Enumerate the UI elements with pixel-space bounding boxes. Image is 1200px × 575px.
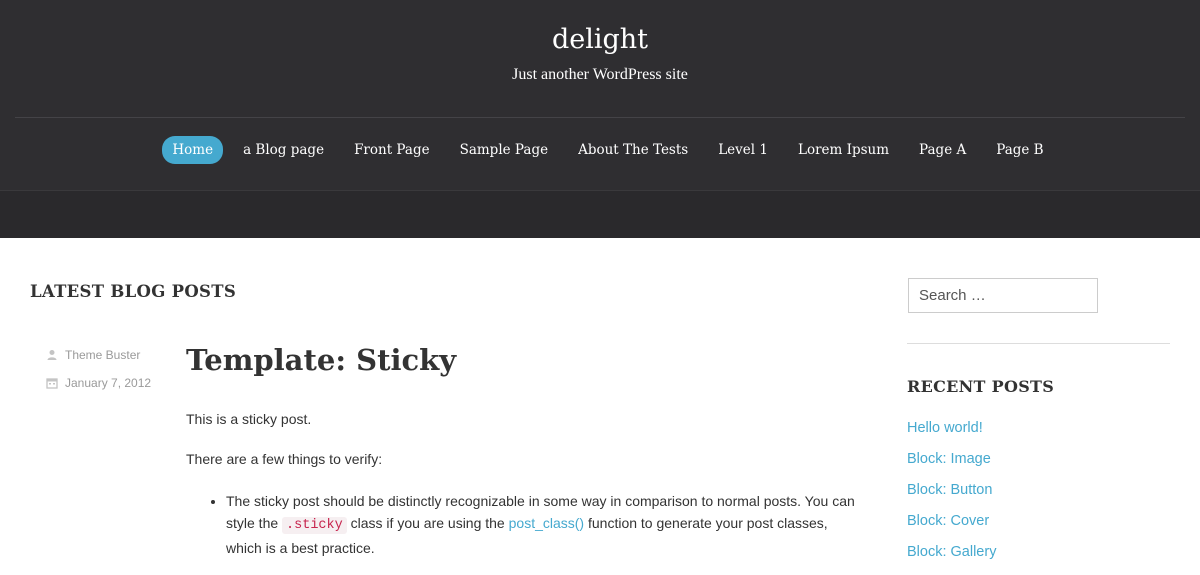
sidebar-divider (907, 343, 1170, 344)
main-navigation: Home a Blog page Front Page Sample Page … (0, 135, 1200, 164)
list-item: The sticky post should be distinctly rec… (226, 490, 866, 559)
post-class-link[interactable]: post_class() (509, 515, 584, 531)
nav-item-page-b[interactable]: Page B (986, 136, 1053, 164)
code-snippet: .sticky (282, 517, 347, 534)
nav-item-blog-page[interactable]: a Blog page (233, 136, 334, 164)
recent-posts-list: Hello world! Block: Image Block: Button … (907, 420, 996, 575)
recent-post-link[interactable]: Block: Cover (907, 513, 996, 544)
site-header: delight Just another WordPress site Home… (0, 0, 1200, 238)
nav-item-home[interactable]: Home (162, 135, 224, 164)
post-author[interactable]: Theme Buster (65, 348, 140, 362)
recent-post-link[interactable]: Block: Gallery (907, 544, 996, 575)
header-band (0, 190, 1200, 238)
recent-posts-heading: RECENT POSTS (907, 377, 1055, 396)
user-icon (46, 349, 58, 361)
nav-item-level-1[interactable]: Level 1 (708, 136, 778, 164)
post-paragraph: There are a few things to verify: (186, 451, 383, 467)
nav-item-lorem-ipsum[interactable]: Lorem Ipsum (788, 136, 899, 164)
nav-item-sample-page[interactable]: Sample Page (450, 136, 559, 164)
post-author-meta: Theme Buster (46, 348, 140, 362)
nav-item-front-page[interactable]: Front Page (344, 136, 440, 164)
search-input[interactable] (908, 278, 1098, 313)
header-divider (15, 117, 1185, 118)
post-paragraph: This is a sticky post. (186, 411, 312, 427)
post-title[interactable]: Template: Sticky (186, 343, 456, 377)
recent-post-link[interactable]: Block: Button (907, 482, 996, 513)
post-date-meta: January 7, 2012 (46, 376, 151, 390)
section-heading: LATEST BLOG POSTS (30, 282, 237, 301)
nav-item-page-a[interactable]: Page A (909, 136, 976, 164)
site-title[interactable]: delight (0, 24, 1200, 55)
calendar-icon (46, 377, 58, 389)
bullet-text: class if you are using the (346, 515, 509, 531)
recent-post-link[interactable]: Hello world! (907, 420, 996, 451)
post-bullet-list: The sticky post should be distinctly rec… (226, 490, 866, 559)
nav-item-about-the-tests[interactable]: About The Tests (568, 136, 698, 164)
post-date[interactable]: January 7, 2012 (65, 376, 151, 390)
post-content: This is a sticky post. There are a few t… (186, 408, 866, 561)
recent-post-link[interactable]: Block: Image (907, 451, 996, 482)
site-tagline: Just another WordPress site (512, 66, 688, 83)
